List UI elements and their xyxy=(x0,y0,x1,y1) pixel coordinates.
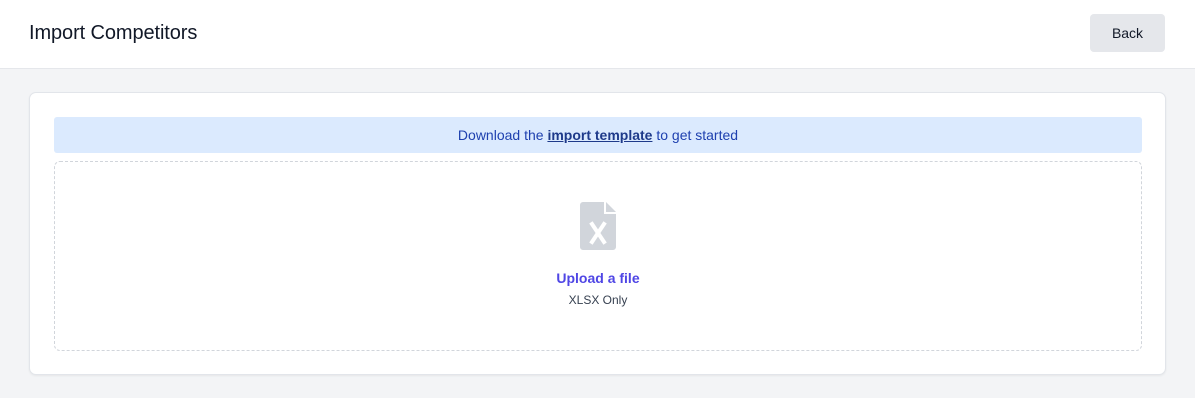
xlsx-file-icon xyxy=(580,202,616,250)
notice-suffix: to get started xyxy=(656,127,739,143)
import-template-link[interactable]: import template xyxy=(547,127,652,143)
page-header: Import Competitors Back xyxy=(0,0,1195,69)
file-type-hint: XLSX Only xyxy=(568,293,628,307)
page-title: Import Competitors xyxy=(29,22,198,44)
import-card: Download the import template to get star… xyxy=(29,92,1166,375)
template-notice: Download the import template to get star… xyxy=(54,117,1142,153)
back-button[interactable]: Back xyxy=(1090,14,1165,52)
file-dropzone[interactable]: Upload a file XLSX Only xyxy=(54,161,1142,351)
notice-prefix: Download the xyxy=(457,127,544,143)
upload-file-link[interactable]: Upload a file xyxy=(55,270,1141,286)
